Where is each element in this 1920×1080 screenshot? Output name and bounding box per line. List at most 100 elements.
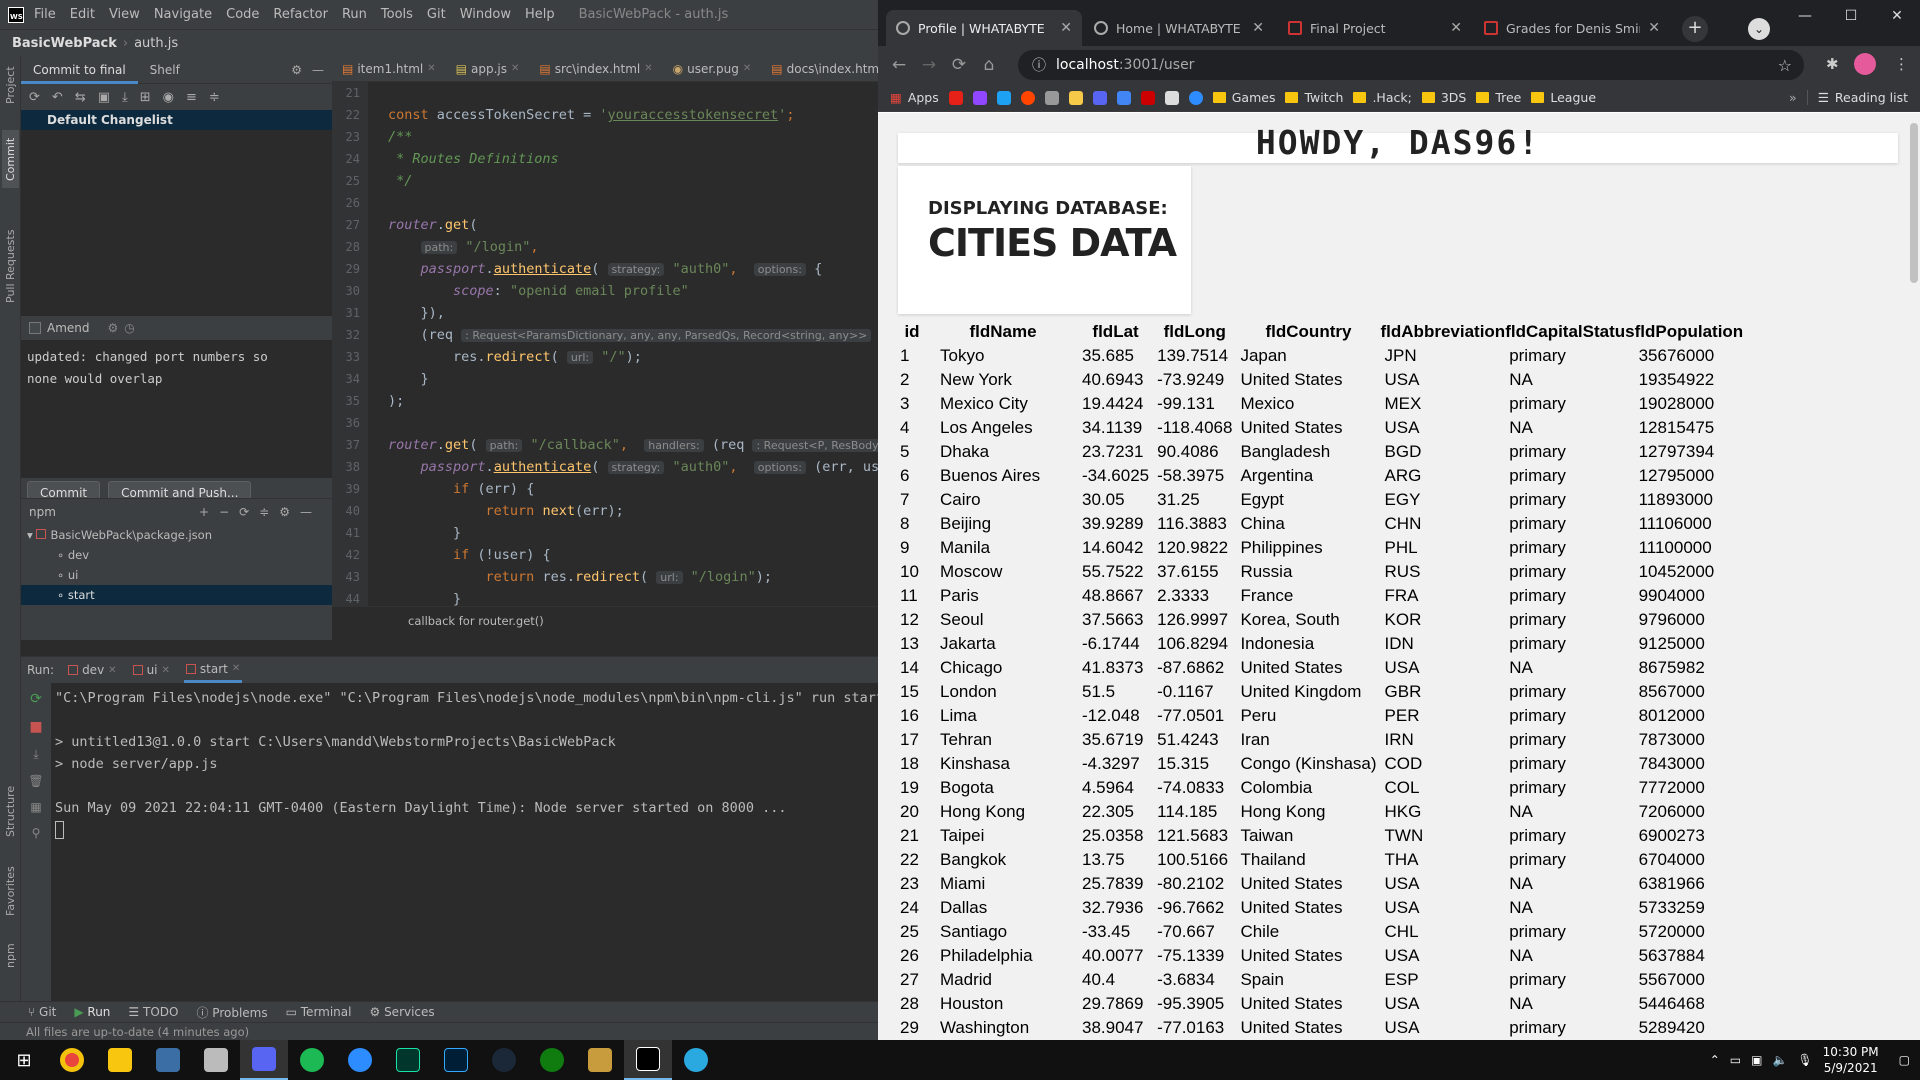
bookmark-folder-3ds[interactable]: 3DS	[1421, 90, 1466, 105]
bookmark-folder-twitch[interactable]: Twitch	[1285, 90, 1343, 105]
bottom-tab-services[interactable]: ⚙ Services	[369, 1005, 434, 1019]
steam-icon[interactable]	[480, 1040, 528, 1080]
reload-icon[interactable]: ⟳	[944, 55, 974, 75]
notifications-icon[interactable]: ▢	[1899, 1053, 1910, 1067]
run-tab-dev[interactable]: dev ✕	[66, 657, 119, 683]
clock[interactable]: 10:30 PM 5/9/2021	[1823, 1044, 1879, 1076]
chrome-icon[interactable]	[48, 1040, 96, 1080]
bottom-tab-run[interactable]: ▶ Run	[74, 1005, 110, 1019]
npm-script-ui[interactable]: ∘ ui	[21, 565, 332, 585]
forward-icon[interactable]: →	[914, 55, 944, 75]
stop-icon[interactable]: ■	[21, 719, 51, 735]
bookmark-star-icon[interactable]: ☆	[1778, 56, 1792, 75]
gear-icon[interactable]: ⚙	[291, 63, 302, 77]
bottom-tab-todo[interactable]: ☰ TODO	[128, 1005, 178, 1019]
page-scrollbar[interactable]	[1908, 113, 1920, 1040]
league-icon[interactable]	[576, 1040, 624, 1080]
display-icon[interactable]: ▣	[1751, 1053, 1762, 1067]
menu-git[interactable]: Git	[427, 7, 446, 22]
reading-list-button[interactable]: ☰ Reading list	[1806, 90, 1908, 105]
xbox-icon[interactable]	[528, 1040, 576, 1080]
twitter-icon[interactable]	[996, 90, 1011, 105]
more-bookmarks-icon[interactable]: »	[1789, 90, 1797, 105]
close-icon[interactable]: ✕	[1450, 20, 1462, 36]
bottom-tab-terminal[interactable]: ▭ Terminal	[286, 1005, 352, 1019]
breadcrumb-project[interactable]: BasicWebPack	[12, 36, 117, 51]
close-icon[interactable]: ✕	[743, 63, 751, 74]
group-icon[interactable]: ⊞	[140, 90, 151, 105]
bookmark-folder-tree[interactable]: Tree	[1476, 90, 1521, 105]
close-icon[interactable]: ✕	[1252, 20, 1264, 36]
windows-start-icon[interactable]: ⊞	[0, 1040, 48, 1080]
webstorm-icon[interactable]	[624, 1040, 672, 1080]
audition-icon[interactable]	[384, 1040, 432, 1080]
code-area[interactable]: 21 22 const accessTokenSecret = 'youracc…	[332, 82, 878, 606]
home-icon[interactable]: ⌂	[974, 55, 1004, 75]
photoshop-icon[interactable]	[432, 1040, 480, 1080]
npm-toolbar-icons[interactable]: +−⟳≑⚙—	[199, 505, 322, 519]
scroll-end-icon[interactable]: ⤓	[21, 747, 51, 762]
close-icon[interactable]: ✕	[162, 665, 170, 676]
side-tab-project[interactable]: Project	[2, 60, 19, 110]
editor-tab-src-index-html[interactable]: ▤ src\index.html ✕	[529, 56, 662, 81]
editor-tab-item1-html[interactable]: ▤ item1.html ✕	[332, 56, 446, 81]
volume-icon[interactable]: 🔈	[1772, 1053, 1787, 1067]
bookmark-icon[interactable]	[1140, 90, 1155, 105]
bookmark-icon[interactable]	[1188, 90, 1203, 105]
discord-icon[interactable]	[240, 1040, 288, 1080]
menu-help[interactable]: Help	[525, 7, 555, 22]
menu-code[interactable]: Code	[226, 7, 259, 22]
maximize-icon[interactable]: ☐	[1828, 0, 1874, 32]
chevron-up-icon[interactable]: ⌃	[1710, 1053, 1720, 1067]
hide-icon[interactable]: —	[312, 63, 324, 77]
close-icon[interactable]: ✕	[1648, 20, 1660, 36]
bookmark-icon[interactable]	[1068, 90, 1083, 105]
side-tab-structure[interactable]: Structure	[2, 776, 19, 846]
close-icon[interactable]: ✕	[644, 63, 652, 74]
rerun-icon[interactable]: ⟳	[21, 691, 51, 707]
tab-shelf[interactable]: Shelf	[138, 56, 192, 84]
menu-window[interactable]: Window	[460, 7, 511, 22]
bottom-tab-problems[interactable]: ⓘ Problems	[196, 1004, 267, 1021]
spotify-icon[interactable]	[288, 1040, 336, 1080]
default-changelist[interactable]: Default Changelist	[21, 110, 332, 130]
run-tab-ui[interactable]: ui ✕	[131, 657, 172, 683]
close-icon[interactable]: ✕	[1060, 20, 1072, 36]
youtube-icon[interactable]	[948, 90, 963, 105]
bottom-tab-git[interactable]: ⑂ Git	[28, 1005, 56, 1019]
extensions-icon[interactable]: ✱	[1826, 55, 1839, 73]
app-icon[interactable]	[672, 1040, 720, 1080]
discord-icon[interactable]	[1092, 90, 1107, 105]
file-explorer-icon[interactable]	[96, 1040, 144, 1080]
eye-icon[interactable]: ◉	[163, 90, 174, 105]
npm-script-start[interactable]: ∘ start	[21, 585, 332, 605]
address-bar[interactable]: ⓘ localhost:3001/user ☆	[1018, 50, 1804, 80]
breadcrumb-file[interactable]: auth.js	[134, 36, 178, 51]
npm-package-node[interactable]: ▾ BasicWebPack\package.json	[21, 525, 332, 545]
info-icon[interactable]: ⓘ	[1032, 55, 1046, 75]
scrollbar-thumb[interactable]	[1910, 123, 1918, 283]
close-window-icon[interactable]: ✕	[1874, 0, 1920, 32]
app-icon[interactable]	[336, 1040, 384, 1080]
browser-tab-home[interactable]: Home | WHATABYTE ✕	[1084, 10, 1274, 46]
new-tab-button[interactable]: +	[1682, 16, 1708, 42]
twitch-icon[interactable]	[972, 90, 987, 105]
menu-tools[interactable]: Tools	[381, 7, 413, 22]
side-tab-npm[interactable]: npm	[2, 936, 19, 976]
side-tab-pull-requests[interactable]: Pull Requests	[2, 216, 19, 316]
menu-file[interactable]: File	[34, 7, 56, 22]
settings-icon[interactable]: ⚙	[108, 321, 119, 335]
browser-tab-grades[interactable]: Grades for Denis Smirn ✕	[1474, 10, 1670, 46]
refresh-icon[interactable]: ⟳	[29, 90, 40, 105]
menu-run[interactable]: Run	[342, 7, 367, 22]
app-icon[interactable]	[192, 1040, 240, 1080]
tab-commit-to-final[interactable]: Commit to final	[21, 56, 138, 84]
menu-refactor[interactable]: Refactor	[273, 7, 328, 22]
network-icon[interactable]: ▭	[1730, 1053, 1741, 1067]
bookmark-icon[interactable]	[1164, 90, 1179, 105]
commit-message-field[interactable]: updated: changed port numbers so none wo…	[21, 340, 332, 478]
bookmark-apps[interactable]: ▦ Apps	[890, 90, 939, 105]
editor-tab-user-pug[interactable]: ◉ user.pug ✕	[663, 56, 762, 81]
bookmark-icon[interactable]	[1044, 90, 1059, 105]
collapse-all-icon[interactable]: ≑	[209, 90, 220, 105]
